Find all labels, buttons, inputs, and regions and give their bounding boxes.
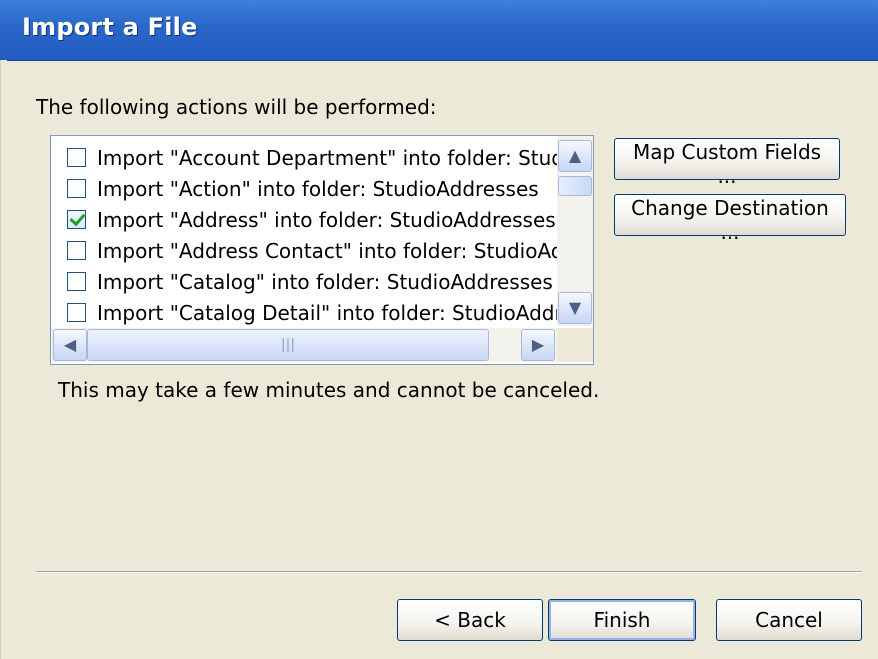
list-item[interactable]: Import "Address" into folder: StudioAddr… [67, 205, 557, 235]
list-item[interactable]: Import "Account Department" into folder:… [67, 143, 557, 173]
window-border [0, 60, 7, 659]
list-item[interactable]: Import "Action" into folder: StudioAddre… [67, 174, 557, 204]
separator [36, 571, 862, 573]
actions-rows: Import "Account Department" into folder:… [51, 136, 557, 326]
horizontal-scroll-thumb[interactable]: ||| [87, 329, 489, 361]
actions-list[interactable]: Import "Account Department" into folder:… [50, 135, 594, 365]
cancel-button[interactable]: Cancel [716, 599, 862, 641]
list-item-label: Import "Action" into folder: StudioAddre… [97, 177, 539, 201]
list-item-label: Import "Address Contact" into folder: St… [97, 239, 557, 263]
checkbox[interactable] [67, 179, 86, 198]
list-item[interactable]: Import "Catalog" into folder: StudioAddr… [67, 267, 557, 297]
finish-button[interactable]: Finish [548, 599, 696, 641]
list-item-label: Import "Catalog Detail" into folder: Stu… [97, 301, 557, 325]
checkbox-checked[interactable] [67, 210, 86, 229]
vertical-scrollbar[interactable]: ▲ ▼ [557, 136, 593, 326]
checkbox[interactable] [67, 241, 86, 260]
list-item-label: Import "Address" into folder: StudioAddr… [97, 208, 556, 232]
list-item[interactable]: Import "Catalog Detail" into folder: Stu… [67, 298, 557, 326]
scroll-left-button[interactable]: ◀ [53, 329, 87, 361]
checkbox[interactable] [67, 272, 86, 291]
warning-note: This may take a few minutes and cannot b… [58, 378, 600, 402]
window-title: Import a File [22, 13, 198, 41]
checkbox[interactable] [67, 303, 86, 322]
change-destination-button[interactable]: Change Destination ... [614, 194, 846, 244]
scroll-right-button[interactable]: ▶ [521, 329, 555, 361]
grip-icon: ||| [280, 337, 296, 353]
chevron-down-icon: ▼ [568, 298, 582, 317]
list-item-label: Import "Catalog" into folder: StudioAddr… [97, 270, 553, 294]
back-button[interactable]: < Back [397, 599, 543, 641]
horizontal-scrollbar[interactable]: ◀ ||| ▶ [51, 328, 557, 362]
list-item-label: Import "Account Department" into folder:… [97, 146, 557, 170]
chevron-left-icon: ◀ [63, 335, 77, 354]
title-bar: Import a File [0, 0, 878, 61]
scroll-up-button[interactable]: ▲ [558, 140, 592, 172]
chevron-up-icon: ▲ [568, 146, 582, 165]
scroll-down-button[interactable]: ▼ [558, 292, 592, 324]
scrollbar-corner [557, 328, 593, 362]
vertical-scroll-thumb[interactable] [558, 176, 592, 196]
chevron-right-icon: ▶ [531, 335, 545, 354]
map-custom-fields-button[interactable]: Map Custom Fields ... [614, 138, 840, 188]
list-item[interactable]: Import "Address Contact" into folder: St… [67, 236, 557, 266]
actions-label: The following actions will be performed: [36, 95, 437, 119]
checkbox[interactable] [67, 148, 86, 167]
